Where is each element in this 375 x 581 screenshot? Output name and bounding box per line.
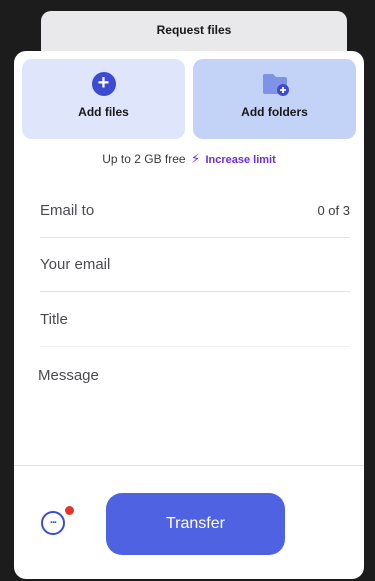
message-field[interactable]: Message — [38, 367, 99, 384]
add-folders-label: Add folders — [241, 105, 308, 119]
chat-dots-icon: ... — [49, 514, 57, 526]
add-folders-button[interactable]: Add folders — [193, 59, 356, 139]
plus-circle-icon: + — [91, 72, 116, 96]
recipient-count: 0 of 3 — [317, 203, 350, 218]
notification-dot — [65, 506, 74, 515]
your-email-placeholder: Your email — [40, 256, 111, 273]
increase-limit-link[interactable]: Increase limit — [205, 154, 275, 166]
title-placeholder: Title — [40, 311, 68, 328]
storage-limit-text: Up to 2 GB free — [102, 152, 186, 166]
chat-button[interactable]: ... — [41, 511, 65, 535]
footer-divider — [14, 465, 364, 466]
add-files-label: Add files — [78, 105, 129, 119]
message-placeholder: Message — [38, 367, 99, 384]
your-email-field[interactable]: Your email — [40, 238, 350, 292]
transfer-button[interactable]: Transfer — [106, 493, 285, 555]
transfer-card: + Add files Add folders Up to 2 GB free … — [14, 51, 364, 579]
bolt-icon: ⚡ — [190, 151, 201, 166]
email-to-field[interactable]: Email to 0 of 3 — [40, 184, 350, 238]
storage-limit-row: Up to 2 GB free ⚡ Increase limit — [14, 151, 364, 167]
request-files-tab[interactable]: Request files — [41, 11, 347, 55]
add-files-button[interactable]: + Add files — [22, 59, 185, 139]
title-field[interactable]: Title — [40, 293, 350, 347]
upload-tiles: + Add files Add folders — [22, 59, 356, 139]
email-to-placeholder: Email to — [40, 202, 95, 219]
folder-plus-icon — [262, 74, 289, 96]
